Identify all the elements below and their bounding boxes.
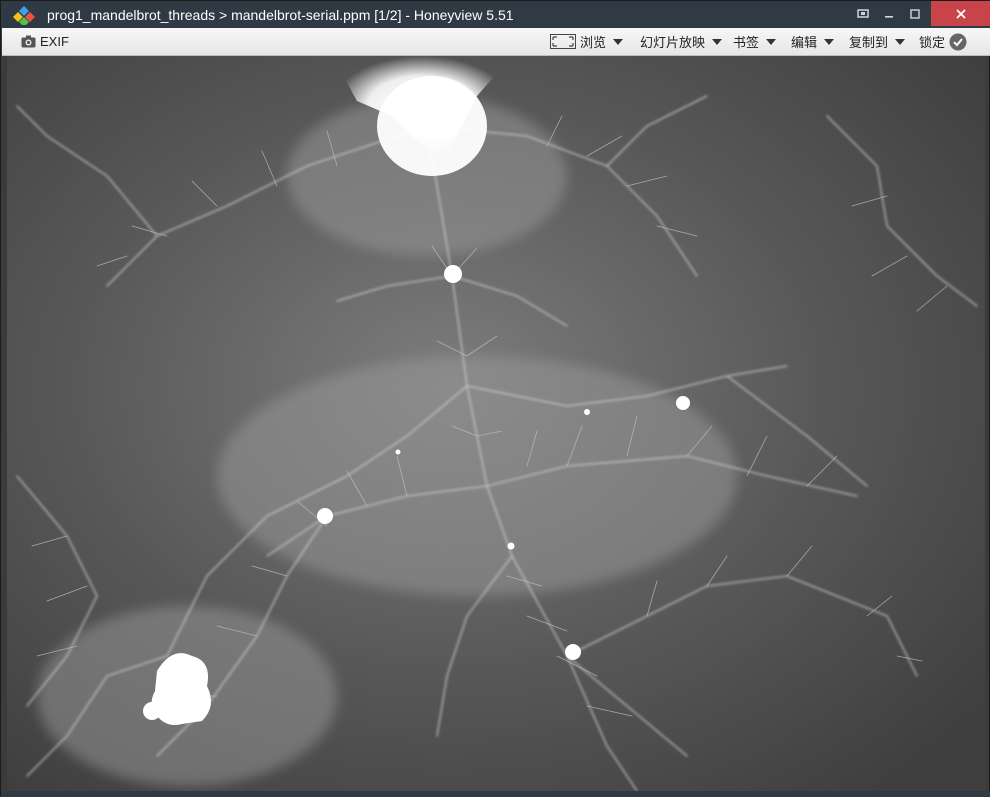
chevron-down-icon: [824, 38, 835, 45]
copy-to-label: 复制到: [849, 35, 889, 50]
checkmark-circle-icon: [949, 33, 967, 50]
mandelbrot-fractal-image: [7, 56, 985, 791]
chevron-down-icon: [895, 38, 906, 45]
browse-label: 浏览: [580, 35, 607, 50]
fit-screen-icon: [550, 34, 576, 49]
chevron-down-icon: [712, 38, 723, 45]
slideshow-menu[interactable]: 幻灯片放映: [640, 28, 723, 55]
window-title: prog1_mandelbrot_threads > mandelbrot-se…: [47, 7, 514, 23]
slideshow-label: 幻灯片放映: [640, 35, 706, 50]
window-bottom-border: [1, 791, 990, 797]
honeyview-window: prog1_mandelbrot_threads > mandelbrot-se…: [0, 0, 990, 797]
minimize-icon[interactable]: [875, 1, 903, 26]
pin-window-icon[interactable]: [849, 1, 877, 26]
close-icon[interactable]: [931, 1, 990, 26]
chevron-down-icon: [613, 38, 624, 45]
chevron-down-icon: [766, 38, 777, 45]
camera-icon: [21, 35, 36, 48]
lock-toggle[interactable]: 锁定: [919, 28, 967, 55]
image-viewport[interactable]: [7, 56, 985, 791]
exif-label: EXIF: [40, 34, 69, 49]
bookmark-menu[interactable]: 书签: [733, 28, 777, 55]
maximize-icon[interactable]: [901, 1, 929, 26]
title-bar[interactable]: prog1_mandelbrot_threads > mandelbrot-se…: [1, 1, 990, 28]
toolbar: EXIF 浏览 幻灯片放映 书签 编辑 复制到 锁定: [2, 28, 990, 56]
exif-button[interactable]: EXIF: [21, 28, 69, 55]
edit-label: 编辑: [791, 35, 818, 50]
copy-to-menu[interactable]: 复制到: [849, 28, 906, 55]
honeyview-diamond-icon: [13, 6, 35, 25]
edit-menu[interactable]: 编辑: [791, 28, 835, 55]
browse-menu[interactable]: 浏览: [550, 28, 624, 55]
lock-label: 锁定: [919, 35, 946, 50]
bookmark-label: 书签: [733, 35, 760, 50]
